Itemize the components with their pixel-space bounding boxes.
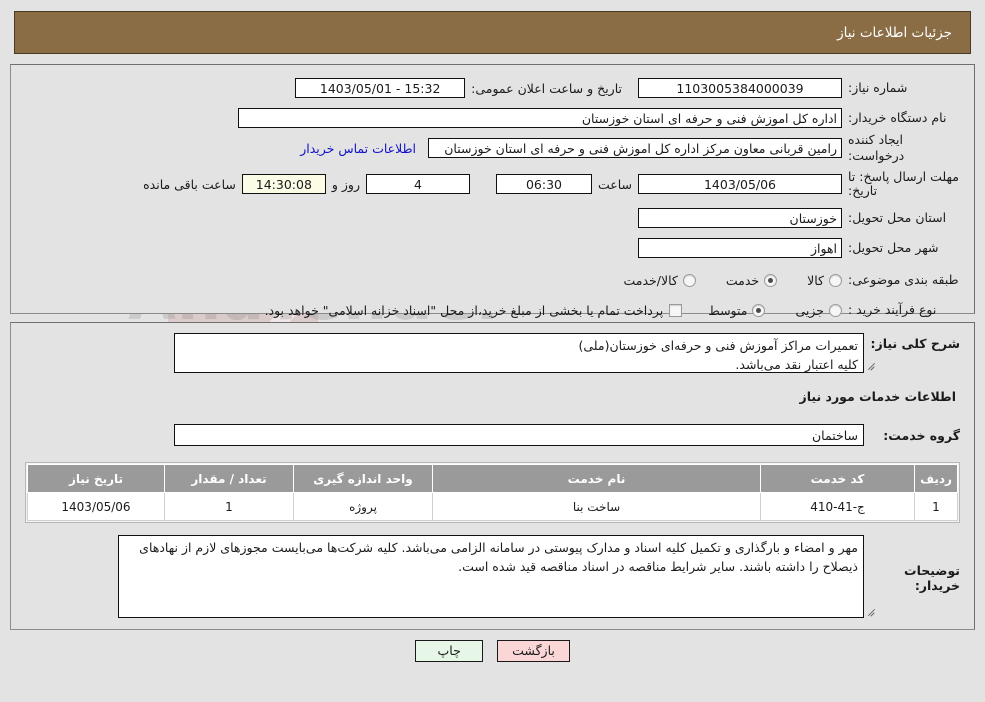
footer-actions: بازگشت چاپ (0, 640, 985, 662)
days-and-label: روز و (331, 176, 360, 192)
th-unit: واحد اندازه گیری (293, 464, 433, 493)
creator-value: رامین قربانی معاون مرکز اداره کل اموزش ف… (428, 138, 842, 158)
row-deadline: مهلت ارسال پاسخ: تا تاریخ: 1403/05/06 سا… (11, 167, 974, 201)
buyer-notes-textarea[interactable]: مهر و امضاء و بارگذاری و تکمیل کلیه اسنا… (118, 535, 864, 618)
remaining-clock-value: 14:30:08 (241, 174, 326, 194)
buyer-org-label: نام دستگاه خریدار: (848, 110, 947, 126)
page-title: جزئیات اطلاعات نیاز (837, 24, 952, 41)
process-type-label: نوع فرآیند خرید : (848, 302, 937, 318)
classification-option-goods-service-label: کالا/خدمت (623, 272, 678, 288)
services-section-title: اطلاعات خدمات مورد نیاز (799, 389, 957, 404)
treasury-checkbox-row[interactable]: پرداخت تمام یا بخشی از مبلغ خرید،از محل … (265, 303, 683, 318)
buyer-notes-resize-grip[interactable] (866, 605, 876, 615)
classification-option-service-label: خدمت (725, 272, 760, 288)
th-service-name: نام خدمت (432, 464, 761, 493)
public-announce-value: 1403/05/01 - 15:32 (295, 78, 466, 98)
services-table: ردیف کد خدمت نام خدمت واحد اندازه گیری ت… (27, 464, 958, 521)
row-buyer-notes: توضیحات خریدار: مهر و امضاء و بارگذاری و… (11, 535, 974, 618)
cell-unit: پروژه (293, 492, 433, 521)
buyer-org-value: اداره کل اموزش فنی و حرفه ای استان خوزست… (238, 108, 842, 128)
creator-label: ایجاد کننده درخواست: (848, 132, 905, 163)
need-number-label: شماره نیاز: (848, 80, 908, 96)
treasury-checkbox-icon[interactable] (669, 303, 683, 317)
city-label: شهر محل تحویل: (848, 240, 939, 256)
table-header-row: ردیف کد خدمت نام خدمت واحد اندازه گیری ت… (27, 464, 958, 493)
process-type-option-minor[interactable]: جزیی (795, 303, 842, 318)
treasury-checkbox-label: پرداخت تمام یا بخشی از مبلغ خرید،از محل … (264, 302, 664, 318)
row-classification: طبقه بندی موضوعی: کالا خدمت کالا/خدمت (11, 267, 974, 293)
public-announce-label: تاریخ و ساعت اعلان عمومی: (471, 80, 622, 96)
row-process-type: نوع فرآیند خرید : جزیی متوسط پرداخت تمام… (11, 297, 974, 323)
description-textarea[interactable]: تعمیرات مراکز آموزش فنی و حرفه‌ای خوزستا… (174, 333, 864, 373)
cell-quantity: 1 (164, 492, 294, 521)
deadline-date-value: 1403/05/06 (638, 174, 842, 194)
deadline-label-line1: مهلت ارسال پاسخ: تا (848, 168, 959, 184)
radio-icon-service[interactable] (764, 273, 778, 287)
process-type-option-medium[interactable]: متوسط (708, 302, 766, 318)
classification-option-goods[interactable]: کالا (807, 273, 842, 288)
th-quantity: تعداد / مقدار (164, 464, 294, 493)
row-buyer-org: نام دستگاه خریدار: اداره کل اموزش فنی و … (11, 105, 974, 131)
process-type-radio-group: جزیی متوسط (682, 303, 842, 318)
deadline-label-line2: تاریخ: (848, 183, 878, 198)
remaining-suffix-label: ساعت باقی مانده (143, 176, 236, 192)
buyer-notes-label: توضیحات خریدار: (904, 563, 960, 593)
row-creator: ایجاد کننده درخواست: رامین قربانی معاون … (11, 132, 974, 163)
remaining-days-value: 4 (365, 174, 470, 194)
cell-need-date: 1403/05/06 (27, 492, 165, 521)
classification-radio-group: کالا خدمت کالا/خدمت (597, 273, 842, 288)
service-group-value: ساختمان (174, 424, 864, 446)
process-type-option-medium-label: متوسط (708, 302, 748, 318)
classification-option-service[interactable]: خدمت (725, 272, 778, 288)
radio-icon-minor[interactable] (829, 303, 842, 317)
province-value: خوزستان (638, 208, 842, 228)
radio-icon-goods-service[interactable] (682, 273, 696, 287)
print-button[interactable]: چاپ (415, 640, 484, 662)
row-service-group: گروه خدمت: ساختمان (11, 424, 974, 446)
row-description: شرح کلی نیاز: تعمیرات مراکز آموزش فنی و … (11, 333, 974, 373)
th-need-date: تاریخ نیاز (27, 464, 165, 493)
row-city: شهر محل تحویل: اهواز (11, 235, 974, 261)
radio-icon-medium[interactable] (752, 303, 766, 317)
table-row: 1 ج-41-410 ساخت بنا پروژه 1 1403/05/06 (27, 492, 958, 521)
classification-label: طبقه بندی موضوعی: (848, 272, 959, 288)
deadline-label: مهلت ارسال پاسخ: تا تاریخ: (842, 168, 960, 199)
services-table-wrapper: ردیف کد خدمت نام خدمت واحد اندازه گیری ت… (25, 462, 960, 523)
cell-service-code: ج-41-410 (760, 492, 915, 521)
cell-service-name: ساخت بنا (432, 492, 761, 521)
process-type-option-minor-label: جزیی (795, 302, 824, 318)
buyer-contact-link[interactable]: اطلاعات تماس خریدار (300, 141, 416, 156)
classification-option-goods-label: کالا (807, 272, 824, 288)
need-number-value: 1103005384000039 (638, 78, 842, 98)
city-value: اهواز (638, 238, 842, 258)
description-resize-grip[interactable] (866, 359, 876, 369)
need-summary-panel: شماره نیاز: 1103005384000039 تاریخ و ساع… (10, 64, 975, 318)
description-label: شرح کلی نیاز: (870, 336, 960, 351)
th-row-no: ردیف (914, 464, 958, 493)
page-header: جزئیات اطلاعات نیاز (14, 11, 971, 54)
hour-label: ساعت (597, 176, 632, 192)
th-service-code: کد خدمت (760, 464, 915, 493)
need-details-panel: شرح کلی نیاز: تعمیرات مراکز آموزش فنی و … (10, 322, 975, 630)
row-need-number: شماره نیاز: 1103005384000039 تاریخ و ساع… (11, 75, 974, 101)
cell-row-no: 1 (914, 492, 958, 521)
province-label: استان محل تحویل: (848, 210, 947, 226)
page-root: جزئیات اطلاعات نیاز شماره نیاز: 11030053… (0, 11, 985, 662)
row-province: استان محل تحویل: خوزستان (11, 205, 974, 231)
deadline-time-value: 06:30 (495, 174, 592, 194)
service-group-label: گروه خدمت: (883, 427, 960, 443)
classification-option-goods-service[interactable]: کالا/خدمت (623, 272, 696, 288)
back-button[interactable]: بازگشت (497, 640, 570, 662)
radio-icon-goods[interactable] (829, 273, 842, 287)
